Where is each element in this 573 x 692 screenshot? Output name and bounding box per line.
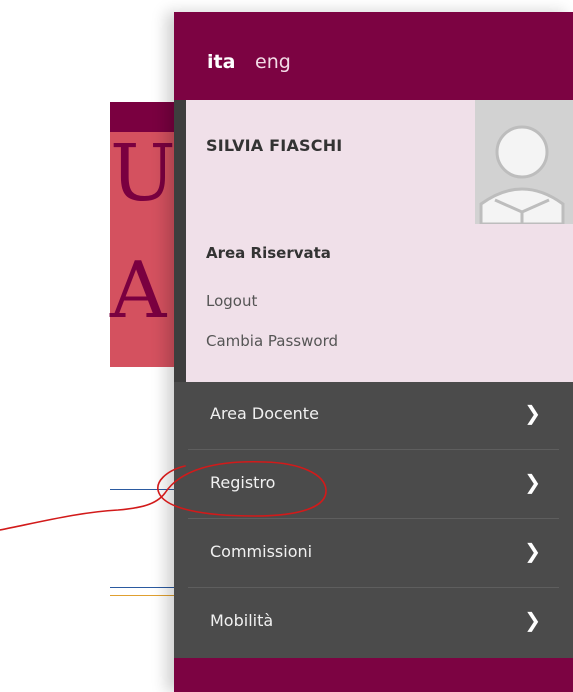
main-menu: Area Docente ❯ Registro ❯ Commissioni ❯ …	[174, 382, 573, 658]
logout-link[interactable]: Logout	[206, 292, 257, 310]
menu-divider	[188, 449, 559, 450]
reserved-area-title: Area Riservata	[206, 244, 331, 262]
menu-divider	[188, 518, 559, 519]
background-divider	[110, 595, 174, 596]
menu-item-label: Registro	[210, 473, 276, 492]
menu-item-mobilita[interactable]: Mobilità ❯	[174, 589, 573, 657]
background-divider	[110, 587, 174, 588]
side-panel: ita eng SILVIA FIASCHI Area Riservata Lo…	[174, 12, 573, 692]
user-silhouette-icon	[475, 100, 573, 224]
language-bar: ita eng	[174, 12, 573, 100]
background-letter-a: A	[110, 246, 167, 336]
bottom-bar	[174, 658, 573, 692]
panel-edge	[174, 100, 186, 382]
menu-item-label: Area Docente	[210, 404, 319, 423]
avatar	[475, 100, 573, 224]
menu-item-registro[interactable]: Registro ❯	[174, 451, 573, 519]
menu-item-label: Mobilità	[210, 611, 274, 630]
change-password-link[interactable]: Cambia Password	[206, 332, 338, 350]
user-name: SILVIA FIASCHI	[206, 136, 343, 155]
chevron-right-icon: ❯	[524, 539, 541, 563]
chevron-right-icon: ❯	[524, 401, 541, 425]
chevron-right-icon: ❯	[524, 608, 541, 632]
lang-ita-link[interactable]: ita	[207, 51, 235, 73]
menu-item-label: Commissioni	[210, 542, 313, 561]
background-letter-u: U	[110, 129, 176, 219]
menu-divider	[188, 587, 559, 588]
user-section: SILVIA FIASCHI Area Riservata Logout Cam…	[174, 100, 573, 382]
background-divider	[110, 489, 174, 490]
lang-eng-link[interactable]: eng	[255, 51, 291, 73]
chevron-right-icon: ❯	[524, 470, 541, 494]
menu-item-commissioni[interactable]: Commissioni ❯	[174, 520, 573, 588]
menu-item-area-docente[interactable]: Area Docente ❯	[174, 382, 573, 450]
